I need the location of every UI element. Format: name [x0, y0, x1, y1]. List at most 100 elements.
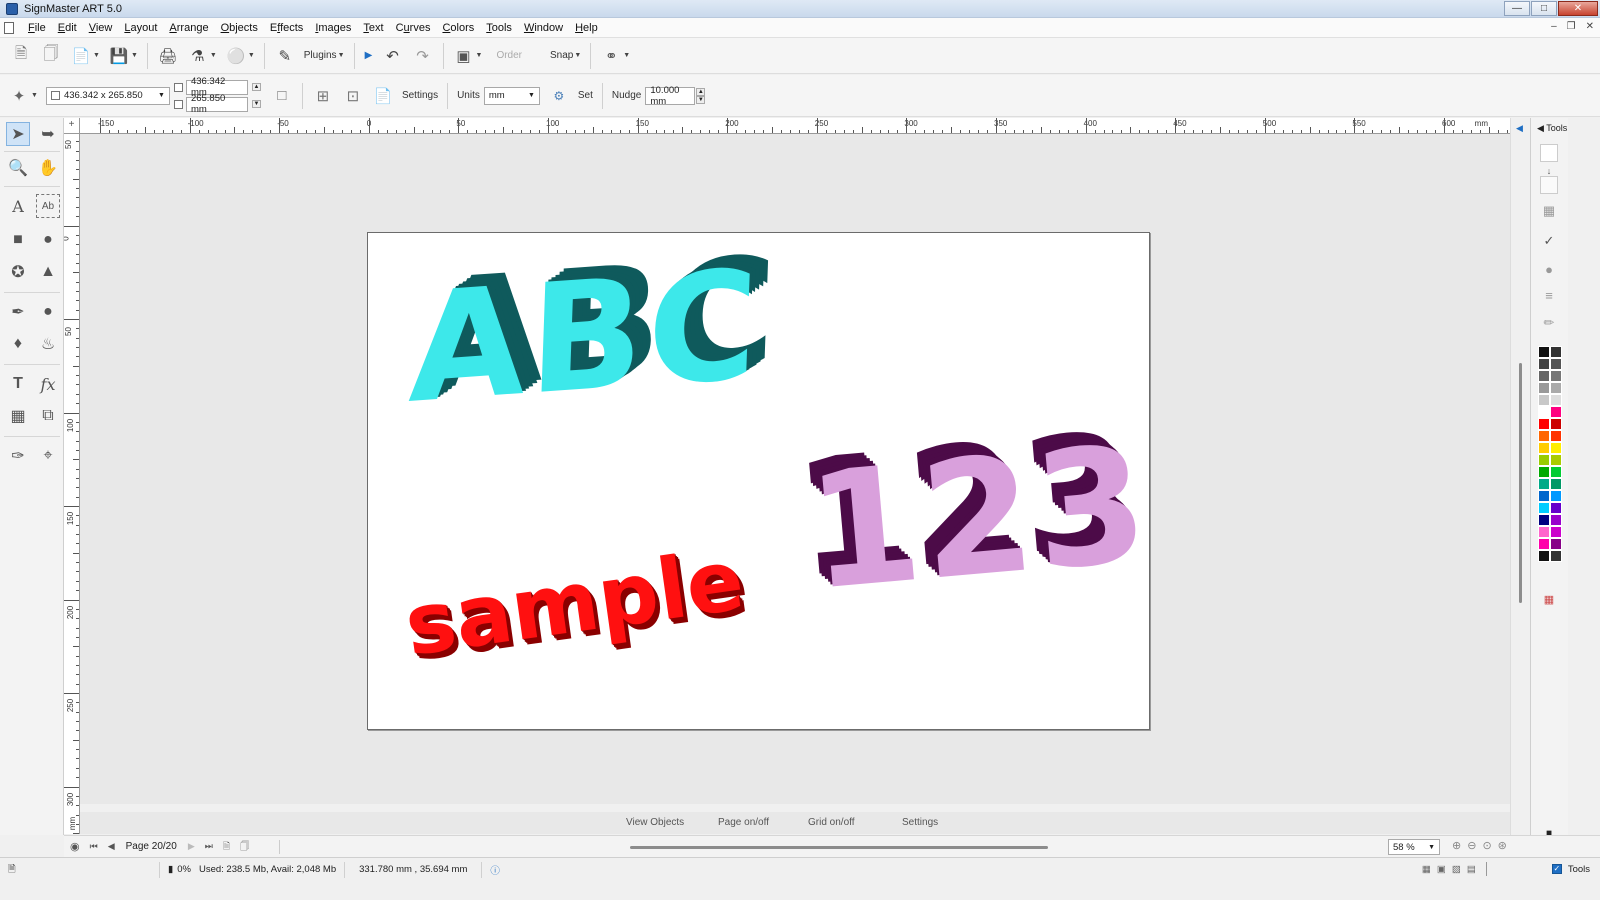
- chevron-down-icon[interactable]: ▼: [210, 52, 217, 59]
- snap-guides-icon[interactable]: ▧: [1452, 864, 1461, 875]
- brush-icon[interactable]: ✓: [1540, 232, 1558, 250]
- mdi-minimize-icon[interactable]: –: [1551, 21, 1557, 32]
- menu-curves[interactable]: Curves: [390, 22, 437, 34]
- vertical-ruler[interactable]: mm 50050100150200250300: [64, 134, 80, 834]
- zoom-fit-icon[interactable]: ⊙: [1482, 839, 1491, 852]
- next-page-icon[interactable]: ▶: [188, 841, 195, 852]
- design-page[interactable]: ABC ABC ABC ABC ABC ABC 123 123 123 123 …: [367, 232, 1151, 730]
- crop-tool-icon[interactable]: ⌖: [36, 444, 60, 468]
- chevron-down-icon[interactable]: ▼: [31, 92, 38, 99]
- maximize-button[interactable]: □: [1531, 1, 1557, 16]
- circle-fill-icon[interactable]: ●: [1540, 260, 1558, 278]
- color-swatch[interactable]: [1538, 466, 1550, 478]
- text-frame-tool-icon[interactable]: Ab: [36, 194, 60, 218]
- settings-link[interactable]: Settings: [902, 817, 938, 828]
- vertical-scroll-thumb[interactable]: [1519, 363, 1522, 603]
- object-size-select[interactable]: 436.342 x 265.850 ▼: [45, 86, 170, 105]
- page-manager-icon[interactable]: 🗍: [240, 839, 249, 855]
- minimize-button[interactable]: —: [1504, 1, 1530, 16]
- menu-view[interactable]: View: [83, 22, 119, 34]
- zoom-select[interactable]: 58 % ▼: [1388, 839, 1440, 855]
- menu-colors[interactable]: Colors: [436, 22, 480, 34]
- menu-text[interactable]: Text: [357, 22, 389, 34]
- color-swatch[interactable]: [1550, 526, 1562, 538]
- color-swatch[interactable]: [1538, 526, 1550, 538]
- color-swatch[interactable]: [1550, 430, 1562, 442]
- height-input[interactable]: 265.850 mm: [185, 93, 248, 115]
- eye-icon[interactable]: ◉: [70, 840, 80, 853]
- ink-tool-icon[interactable]: ●: [36, 300, 60, 324]
- status-input-box[interactable]: [1485, 862, 1546, 876]
- units-select[interactable]: mm ▼: [483, 86, 540, 105]
- color-swatch[interactable]: [1550, 538, 1562, 550]
- color-swatch[interactable]: [1538, 538, 1550, 550]
- menu-tools[interactable]: Tools: [480, 22, 518, 34]
- menu-effects[interactable]: Effects: [264, 22, 309, 34]
- ruler-origin[interactable]: +: [64, 118, 80, 134]
- cut-output-icon[interactable]: ⚗: [187, 45, 209, 67]
- redo-icon[interactable]: ↷: [412, 45, 434, 67]
- color-swatch[interactable]: [1538, 346, 1550, 358]
- weld-tool-icon[interactable]: ⧉: [36, 404, 60, 428]
- nudge-input[interactable]: 10.000 mm: [645, 85, 696, 107]
- color-swatch[interactable]: [1538, 358, 1550, 370]
- ellipse-tool-icon[interactable]: ●: [36, 228, 60, 252]
- zoom-tool-icon[interactable]: 🔍: [6, 156, 30, 180]
- chevron-down-icon[interactable]: ▼: [574, 52, 581, 59]
- horizontal-ruler[interactable]: mm -150-100-5005010015020025030035040045…: [64, 118, 1510, 134]
- undo-icon[interactable]: ↶: [382, 45, 404, 67]
- envelope-tool-icon[interactable]: ▦: [6, 404, 30, 428]
- chevron-down-icon[interactable]: ▼: [338, 52, 345, 59]
- zoom-out-icon[interactable]: ⊖: [1467, 839, 1476, 852]
- chevron-down-icon[interactable]: ▼: [131, 52, 138, 59]
- settings-icon[interactable]: 📄: [372, 85, 394, 107]
- color-swatch[interactable]: [1550, 454, 1562, 466]
- menu-file[interactable]: File: [22, 22, 52, 34]
- set-button[interactable]: Set: [578, 90, 593, 101]
- info-icon[interactable]: ⓘ: [482, 862, 508, 878]
- play-icon[interactable]: ▶: [364, 45, 374, 67]
- color-swatch[interactable]: [1550, 502, 1562, 514]
- height-stepper[interactable]: ▼: [251, 100, 261, 108]
- snap-button[interactable]: Snap: [550, 50, 573, 61]
- color-swatch[interactable]: [1550, 418, 1562, 430]
- lines-icon[interactable]: ≡: [1540, 286, 1558, 304]
- menu-window[interactable]: Window: [518, 22, 569, 34]
- gallery-icon[interactable]: ▦: [1540, 202, 1558, 220]
- color-swatch[interactable]: [1550, 346, 1562, 358]
- document-icon[interactable]: [4, 21, 14, 34]
- nudge-stepper[interactable]: ▲ ▼: [696, 87, 706, 104]
- color-swatch[interactable]: [1550, 442, 1562, 454]
- chevron-down-icon[interactable]: ▼: [93, 52, 100, 59]
- select-tool-icon[interactable]: ➤: [6, 122, 30, 146]
- color-swatch[interactable]: [1550, 466, 1562, 478]
- plugins-icon[interactable]: ✎: [274, 45, 296, 67]
- color-swatch[interactable]: [1538, 382, 1550, 394]
- add-page-icon[interactable]: 🗎: [223, 839, 230, 855]
- pencil-icon[interactable]: ✏: [1540, 314, 1558, 332]
- drawing-canvas[interactable]: ABC ABC ABC ABC ABC ABC 123 123 123 123 …: [80, 134, 1510, 804]
- last-page-icon[interactable]: ⏭: [205, 841, 213, 852]
- fit-page-icon[interactable]: ⊡: [342, 85, 364, 107]
- new-document-icon[interactable]: 🗎: [10, 45, 32, 67]
- color-swatch[interactable]: [1550, 394, 1562, 406]
- measure-tool-icon[interactable]: ✑: [6, 444, 30, 468]
- horizontal-scroll-thumb[interactable]: [630, 846, 1048, 849]
- magic-wand-icon[interactable]: ✦: [8, 85, 30, 107]
- color-swatch[interactable]: [1538, 406, 1550, 418]
- color-swatch[interactable]: [1550, 406, 1562, 418]
- vinyl-output-icon[interactable]: ⚪: [225, 45, 247, 67]
- menu-arrange[interactable]: Arrange: [163, 22, 214, 34]
- color-swatch[interactable]: [1538, 478, 1550, 490]
- sample-3d-text[interactable]: sample sample sample sample sample: [399, 530, 754, 681]
- snap-points-icon[interactable]: ▤: [1467, 864, 1476, 875]
- plugins-button[interactable]: Plugins: [304, 50, 337, 61]
- set-units-icon[interactable]: ⚙: [548, 85, 570, 107]
- color-swatch[interactable]: [1538, 418, 1550, 430]
- close-button[interactable]: ✕: [1558, 1, 1598, 16]
- mdi-close-icon[interactable]: ✕: [1586, 21, 1594, 32]
- number-3d-text[interactable]: 123 123 123 123 123 123: [788, 396, 1151, 627]
- color-swatch[interactable]: [1550, 514, 1562, 526]
- mdi-restore-icon[interactable]: ❐: [1567, 21, 1576, 32]
- pan-hand-tool-icon[interactable]: ✋: [36, 156, 60, 180]
